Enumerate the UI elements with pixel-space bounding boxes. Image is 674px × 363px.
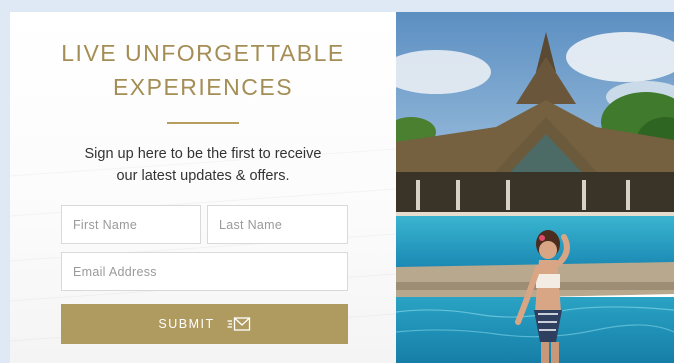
title-divider (167, 122, 239, 124)
resort-photo (396, 12, 674, 363)
resort-illustration (396, 12, 674, 363)
last-name-field[interactable] (207, 205, 348, 244)
signup-panel: LIVE UNFORGETTABLE EXPERIENCES Sign up h… (10, 12, 396, 363)
signup-card: LIVE UNFORGETTABLE EXPERIENCES Sign up h… (10, 12, 674, 363)
submit-button[interactable]: SUBMIT (61, 304, 348, 344)
submit-label: SUBMIT (158, 317, 215, 331)
title-line-1: LIVE UNFORGETTABLE (61, 40, 345, 66)
first-name-field[interactable] (61, 205, 201, 244)
intro-line-2: our latest updates & offers. (116, 168, 290, 184)
intro-text: Sign up here to be the first to receive … (10, 143, 396, 187)
intro-line-1: Sign up here to be the first to receive (84, 146, 322, 162)
email-field[interactable] (61, 252, 348, 291)
envelope-send-icon (227, 317, 251, 331)
title-line-2: EXPERIENCES (112, 74, 294, 100)
page-title: LIVE UNFORGETTABLE EXPERIENCES (10, 36, 396, 104)
